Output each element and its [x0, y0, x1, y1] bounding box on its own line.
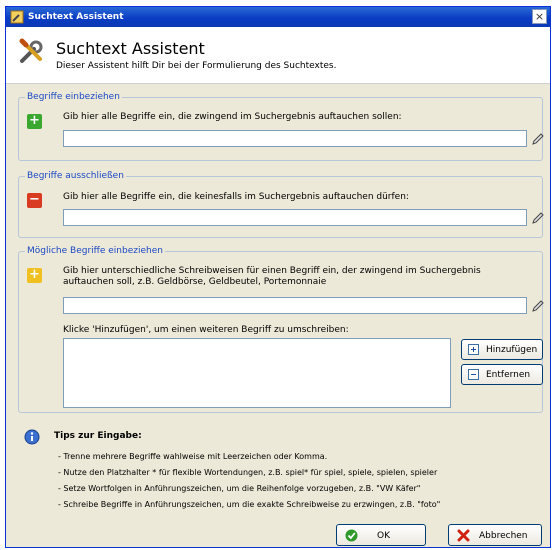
wizard-subtitle: Dieser Assistent hilft Dir bei der Formu…: [56, 61, 337, 71]
dialog-window: Suchtext Assistent × Suchtext Assistent …: [5, 6, 551, 548]
app-icon: [10, 10, 24, 24]
remove-item-icon: [468, 369, 479, 380]
group-include-text: Gib hier alle Begriffe ein, die zwingend…: [63, 112, 402, 122]
group-include: Begriffe einbeziehen + Gib hier alle Beg…: [18, 91, 546, 161]
edit-pen-icon[interactable]: [530, 298, 546, 314]
group-optional-hint: Klicke 'Hinzufügen', um einen weiteren B…: [63, 325, 349, 335]
optional-input[interactable]: [63, 297, 527, 314]
title-bar: Suchtext Assistent ×: [6, 7, 550, 27]
optional-icon: +: [27, 268, 42, 283]
tip-line: - Nutze den Platzhalter * für flexible W…: [58, 468, 438, 477]
remove-button-label: Entfernen: [486, 370, 531, 380]
alternatives-list[interactable]: [63, 338, 451, 408]
tip-line: - Setze Wortfolgen in Anführungszeichen,…: [58, 484, 421, 493]
group-optional: Mögliche Begriffe einbeziehen + Gib hier…: [18, 245, 546, 413]
plus-icon: +: [27, 114, 42, 129]
check-icon: [345, 529, 358, 542]
tip-line: - Schreibe Begriffe in Anführungszeichen…: [58, 500, 441, 509]
remove-button[interactable]: Entfernen: [461, 364, 543, 385]
wizard-tools-icon: [19, 38, 43, 63]
group-optional-legend: Mögliche Begriffe einbeziehen: [25, 245, 165, 257]
edit-pen-icon[interactable]: [530, 131, 546, 147]
window-title: Suchtext Assistent: [28, 12, 124, 22]
add-button-label: Hinzufügen: [486, 345, 538, 355]
group-optional-text-line2: auftauchen soll, z.B. Geldbörse, Geldbeu…: [63, 277, 327, 287]
group-include-legend: Begriffe einbeziehen: [25, 91, 122, 103]
ok-button-label: OK: [377, 531, 390, 541]
add-button[interactable]: Hinzufügen: [461, 339, 543, 360]
wizard-header: Suchtext Assistent Dieser Assistent hilf…: [6, 27, 550, 84]
exclude-input[interactable]: [63, 209, 527, 226]
add-item-icon: [468, 344, 479, 355]
cancel-button[interactable]: Abbrechen: [448, 524, 542, 546]
group-exclude-legend: Begriffe ausschließen: [25, 170, 126, 182]
close-button[interactable]: ×: [532, 9, 547, 24]
include-input[interactable]: [63, 130, 527, 147]
group-exclude-text: Gib hier alle Begriffe ein, die keinesfa…: [63, 192, 409, 202]
group-exclude: Begriffe ausschließen − Gib hier alle Be…: [18, 170, 546, 238]
cancel-button-label: Abbrechen: [479, 531, 528, 541]
tip-line: - Trenne mehrere Begriffe wahlweise mit …: [58, 452, 328, 461]
minus-icon: −: [27, 193, 42, 208]
edit-pen-icon[interactable]: [530, 210, 546, 226]
ok-button[interactable]: OK: [336, 524, 426, 546]
cancel-x-icon: [457, 529, 470, 542]
wizard-title: Suchtext Assistent: [56, 39, 205, 58]
info-icon: [24, 429, 40, 445]
tips-title: Tips zur Eingabe:: [54, 431, 142, 441]
